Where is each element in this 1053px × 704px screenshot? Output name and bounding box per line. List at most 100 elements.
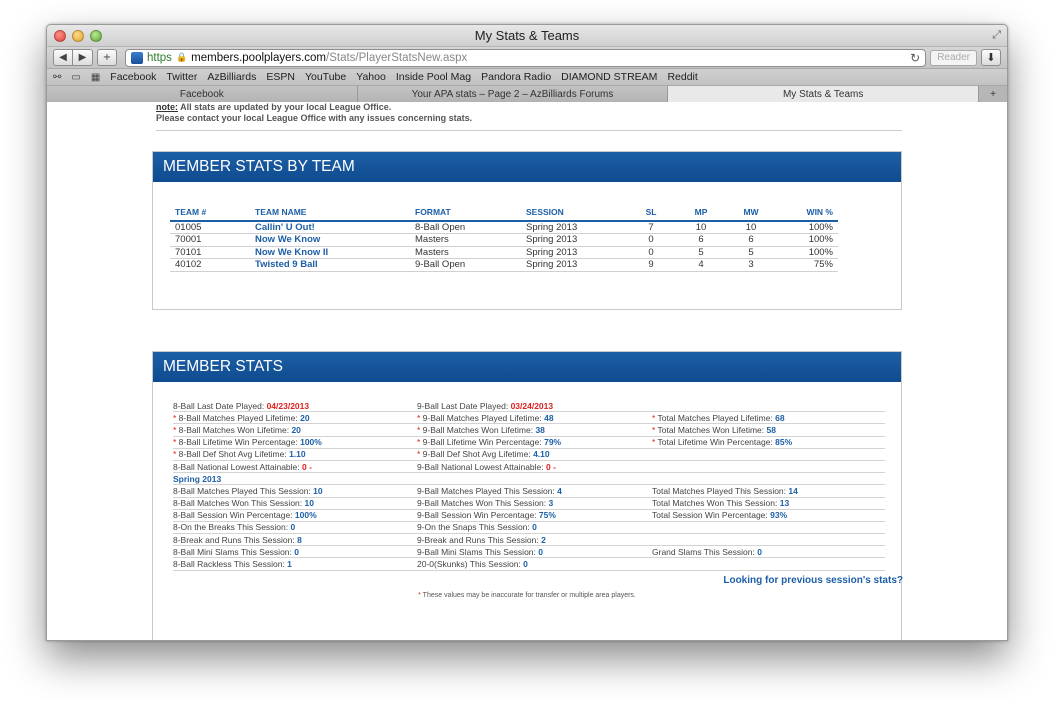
team-mw: 6 [726, 233, 776, 247]
stat-value: 0 [294, 546, 299, 557]
bookmarks-icon[interactable]: ▭ [71, 72, 80, 83]
stat-label: 8-Ball Matches Won This Session: [173, 498, 305, 509]
team-mp: 10 [676, 221, 726, 234]
bookmark-facebook[interactable]: Facebook [110, 71, 156, 83]
team-number: 70101 [170, 246, 250, 259]
stat-value: 0 [523, 559, 528, 570]
bookmark-yahoo[interactable]: Yahoo [356, 71, 386, 83]
top-sites-icon[interactable]: ▦ [91, 72, 100, 83]
reading-list-icon[interactable]: ⚯ [53, 72, 61, 83]
stats-row: 8-Ball Matches Played This Session: 10 9-… [173, 485, 885, 498]
bookmark-inside-pool-mag[interactable]: Inside Pool Mag [396, 71, 471, 83]
browser-toolbar: ◀ ▶ + https 🔒 members.poolplayers.com/St… [47, 47, 1007, 69]
stat-value: 75% [538, 510, 556, 521]
stat-value: 68 [775, 412, 785, 423]
stat-value: 0 - [546, 461, 556, 472]
bookmark-youtube[interactable]: YouTube [305, 71, 346, 83]
team-format: 9-Ball Open [410, 258, 521, 272]
team-sl: 0 [626, 246, 676, 259]
teams-header-row: TEAM # TEAM NAME FORMAT SESSION SL MP MW… [170, 206, 838, 222]
previous-session-stats-link[interactable]: Looking for previous session's stats? [173, 575, 903, 586]
browser-window: My Stats & Teams ⤢ ◀ ▶ + https 🔒 members… [46, 24, 1008, 641]
minimize-window-button[interactable] [72, 30, 84, 42]
stat-cell: * 9-Ball Def Shot Avg Lifetime: 4.10 [417, 449, 652, 459]
col-mw: MW [726, 206, 776, 222]
stat-cell: * 9-Ball Matches Played Lifetime: 48 [417, 413, 652, 423]
stat-label: 9-Ball Def Shot Avg Lifetime: [420, 449, 534, 460]
window-controls [54, 30, 102, 42]
reader-button[interactable]: Reader [930, 49, 977, 66]
stat-label: 9-Ball Matches Played Lifetime: [420, 412, 545, 423]
bookmark-twitter[interactable]: Twitter [166, 71, 197, 83]
stat-label: Total Matches Won This Session: [652, 498, 780, 509]
stat-value: 2 [541, 534, 546, 545]
stat-cell: 9-On the Snaps This Session: 0 [417, 522, 652, 532]
back-button[interactable]: ◀ [53, 49, 73, 66]
stat-label: 9-Ball Mini Slams This Session: [417, 546, 539, 557]
stat-value: 1.10 [289, 449, 306, 460]
address-bar[interactable]: https 🔒 members.poolplayers.com/Stats/Pl… [125, 48, 927, 67]
session-heading-row: Spring 2013 [173, 473, 885, 486]
stat-label: 8-Ball National Lowest Attainable: [173, 461, 302, 472]
tab-azbilliards-forums[interactable]: Your APA stats – Page 2 – AzBilliards Fo… [357, 86, 669, 102]
stat-label: 9-Ball Last Date Played: [417, 400, 511, 411]
stat-value: 10 [304, 498, 314, 509]
bookmark-azbilliards[interactable]: AzBilliards [207, 71, 256, 83]
team-win-pct: 75% [776, 258, 838, 272]
teams-panel: MEMBER STATS BY TEAM TEAM # TEAM NAME FO… [152, 151, 902, 310]
stat-label: 20-0(Skunks) This Session: [417, 559, 524, 570]
team-mw: 5 [726, 246, 776, 259]
forward-button[interactable]: ▶ [73, 49, 93, 66]
stat-value: 10 [313, 485, 323, 496]
stats-footnote: * These values may be inaccurate for tra… [153, 592, 901, 599]
stat-label: 8-Ball Lifetime Win Percentage: [176, 437, 301, 448]
stat-cell: 9-Ball National Lowest Attainable: 0 - [417, 462, 652, 472]
stat-label: 8-Ball Def Shot Avg Lifetime: [176, 449, 290, 460]
reload-icon[interactable]: ↻ [910, 51, 920, 65]
team-name-link[interactable]: Callin' U Out! [250, 221, 410, 234]
title-bar: My Stats & Teams ⤢ [47, 25, 1007, 47]
col-team-number: TEAM # [170, 206, 250, 222]
stat-value: 79% [544, 437, 562, 448]
stat-cell: 8-Ball Matches Won This Session: 10 [173, 498, 417, 508]
url-host: members.poolplayers.com [191, 51, 327, 64]
close-window-button[interactable] [54, 30, 66, 42]
col-session: SESSION [521, 206, 626, 222]
zoom-window-button[interactable] [90, 30, 102, 42]
team-session: Spring 2013 [521, 258, 626, 272]
table-row: 70101 Now We Know II Masters Spring 2013 0 5 5… [170, 246, 838, 259]
stat-value: 0 - [302, 461, 312, 472]
team-mw: 3 [726, 258, 776, 272]
member-stats-panel: MEMBER STATS 8-Ball Last Date Played: 04… [152, 351, 903, 640]
team-name-link[interactable]: Now We Know [250, 233, 410, 247]
stat-cell: 9-Ball Matches Won This Session: 3 [417, 498, 652, 508]
stat-cell: 9-Ball Matches Played This Session: 4 [417, 486, 652, 496]
stat-cell: 9-Ball Session Win Percentage: 75% [417, 510, 652, 520]
bookmark-reddit[interactable]: Reddit [667, 71, 697, 83]
tab-facebook[interactable]: Facebook [47, 86, 358, 102]
add-tab-icon[interactable]: + [979, 86, 1007, 102]
site-favicon-icon [131, 51, 143, 64]
stat-cell: 9-Ball Last Date Played: 03/24/2013 [417, 401, 652, 411]
fullscreen-icon[interactable]: ⤢ [992, 29, 1001, 42]
tab-my-stats[interactable]: My Stats & Teams [668, 86, 980, 102]
downloads-icon[interactable]: ⬇ [981, 49, 1001, 66]
team-session: Spring 2013 [521, 246, 626, 259]
stats-row: * 8-Ball Def Shot Avg Lifetime: 1.10 * 9-… [173, 449, 885, 461]
stat-value: 100% [300, 437, 322, 448]
team-name-link[interactable]: Now We Know II [250, 246, 410, 259]
bookmark-diamond-stream[interactable]: DIAMOND STREAM [561, 71, 657, 83]
bookmark-pandora-radio[interactable]: Pandora Radio [481, 71, 551, 83]
stats-row: 8-Break and Runs This Session: 8 9-Break … [173, 534, 885, 547]
note-line-1: All stats are updated by your local Leag… [178, 102, 392, 112]
team-sl: 7 [626, 221, 676, 234]
team-name-link[interactable]: Twisted 9 Ball [250, 258, 410, 272]
stat-value: 20 [300, 412, 310, 423]
stat-value: 4.10 [533, 449, 550, 460]
stat-cell: 8-Ball Last Date Played: 04/23/2013 [173, 401, 417, 411]
stats-row: 8-Ball Last Date Played: 04/23/2013 9-Bal… [173, 400, 885, 413]
stat-label: Total Matches Played This Session: [652, 485, 789, 496]
team-win-pct: 100% [776, 246, 838, 259]
new-tab-button[interactable]: + [97, 49, 117, 66]
bookmark-espn[interactable]: ESPN [266, 71, 295, 83]
